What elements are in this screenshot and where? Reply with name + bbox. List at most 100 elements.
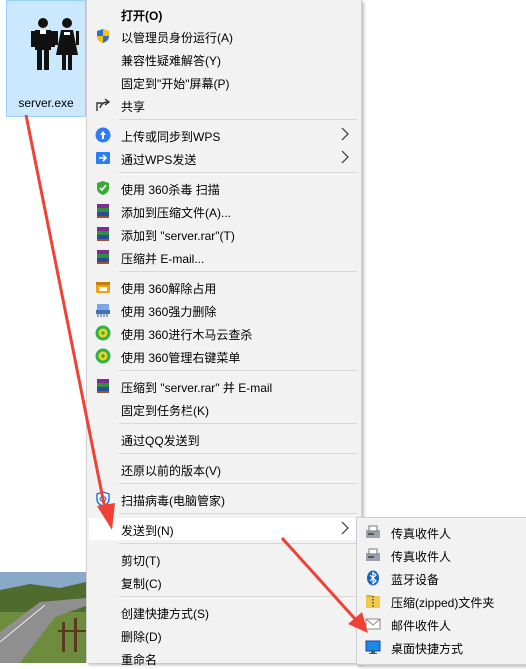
menu-item-scan-virus-pc-manager[interactable]: 扫描病毒(电脑管家) xyxy=(89,488,359,510)
menu-item-label: 压缩到 "server.rar" 并 E-mail xyxy=(121,381,273,395)
desktop-file-server-exe[interactable]: server.exe xyxy=(6,0,86,117)
wps-cloud-icon xyxy=(95,127,111,143)
menu-item-360-scan[interactable]: 使用 360杀毒 扫描 xyxy=(89,177,359,199)
chevron-right-icon xyxy=(341,127,349,141)
menu-item-label: 固定到"开始"屏幕(P) xyxy=(121,77,230,91)
menu-item-rename[interactable]: 重命名 xyxy=(89,647,359,669)
mail-icon xyxy=(365,618,381,630)
menu-item-wps-upload[interactable]: 上传或同步到WPS xyxy=(89,124,359,146)
submenu-item-label: 压缩(zipped)文件夹 xyxy=(391,596,495,610)
menu-item-label: 压缩并 E-mail... xyxy=(121,252,205,266)
wps-send-icon xyxy=(96,152,110,164)
360-unlock-icon xyxy=(96,282,110,293)
winrar-icon xyxy=(97,250,109,264)
submenu-item-bluetooth[interactable]: 蓝牙设备 xyxy=(359,567,523,590)
restroom-app-icon xyxy=(31,18,79,70)
submenu-item-zip-folder[interactable]: 压缩(zipped)文件夹 xyxy=(359,590,523,613)
menu-item-label: 添加到 "server.rar"(T) xyxy=(121,229,235,243)
send-to-submenu: 传真收件人 传真收件人 蓝牙设备 压缩(zipped)文件夹 邮件收件人 桌面快… xyxy=(356,517,526,665)
menu-item-add-to-archive[interactable]: 添加到压缩文件(A)... xyxy=(89,200,359,222)
submenu-item-label: 传真收件人 xyxy=(391,527,452,541)
menu-item-label: 打开(O) xyxy=(121,9,163,23)
desktop-wallpaper-photo xyxy=(0,572,86,663)
menu-item-label: 固定到任务栏(K) xyxy=(121,404,209,418)
menu-item-send-to[interactable]: 发送到(N) xyxy=(89,518,359,540)
menu-item-delete[interactable]: 删除(D) xyxy=(89,624,359,646)
menu-separator xyxy=(119,543,357,544)
winrar-icon xyxy=(97,227,109,241)
menu-item-label: 还原以前的版本(V) xyxy=(121,464,221,478)
submenu-item-label: 传真收件人 xyxy=(391,550,452,564)
menu-item-label: 使用 360进行木马云查杀 xyxy=(121,328,253,342)
menu-item-360-manage-menu[interactable]: 使用 360管理右键菜单 xyxy=(89,345,359,367)
menu-separator xyxy=(119,119,357,120)
desktop-shortcut-icon xyxy=(365,640,381,654)
winrar-icon xyxy=(97,379,109,393)
menu-item-run-as-admin[interactable]: 以管理员身份运行(A) xyxy=(89,25,359,47)
tencent-pc-manager-icon xyxy=(96,491,110,507)
menu-item-send-via-qq[interactable]: 通过QQ发送到 xyxy=(89,428,359,450)
menu-item-create-shortcut[interactable]: 创建快捷方式(S) xyxy=(89,601,359,623)
menu-item-compress-email[interactable]: 压缩并 E-mail... xyxy=(89,246,359,268)
menu-separator xyxy=(119,423,357,424)
fax-icon xyxy=(366,548,380,561)
menu-separator xyxy=(119,483,357,484)
360-menu-manage-icon xyxy=(95,348,111,364)
share-icon xyxy=(96,98,111,111)
menu-item-360-cloud-scan[interactable]: 使用 360进行木马云查杀 xyxy=(89,322,359,344)
menu-item-360-force-delete[interactable]: 使用 360强力删除 xyxy=(89,299,359,321)
bluetooth-icon xyxy=(367,570,379,586)
menu-item-restore-previous[interactable]: 还原以前的版本(V) xyxy=(89,458,359,480)
submenu-item-label: 蓝牙设备 xyxy=(391,573,440,587)
menu-item-label: 使用 360杀毒 扫描 xyxy=(121,183,220,197)
menu-separator xyxy=(119,271,357,272)
menu-item-compress-server-rar-email[interactable]: 压缩到 "server.rar" 并 E-mail xyxy=(89,375,359,397)
menu-item-label: 使用 360解除占用 xyxy=(121,282,217,296)
submenu-item-mail-recipient[interactable]: 邮件收件人 xyxy=(359,613,523,636)
winrar-icon xyxy=(97,204,109,218)
menu-item-label: 重命名 xyxy=(121,653,158,667)
menu-item-troubleshoot-compat[interactable]: 兼容性疑难解答(Y) xyxy=(89,48,359,70)
zip-folder-icon xyxy=(366,595,380,608)
menu-item-pin-to-start[interactable]: 固定到"开始"屏幕(P) xyxy=(89,71,359,93)
menu-separator xyxy=(119,453,357,454)
submenu-item-label: 桌面快捷方式 xyxy=(391,642,464,656)
submenu-item-fax-1[interactable]: 传真收件人 xyxy=(359,521,523,544)
context-menu: 打开(O) 以管理员身份运行(A) 兼容性疑难解答(Y) 固定到"开始"屏幕(P… xyxy=(86,0,362,667)
menu-item-360-unlock[interactable]: 使用 360解除占用 xyxy=(89,276,359,298)
shield-uac-icon xyxy=(97,29,109,43)
menu-item-copy[interactable]: 复制(C) xyxy=(89,571,359,593)
menu-item-open[interactable]: 打开(O) xyxy=(89,3,359,25)
menu-separator xyxy=(119,370,357,371)
menu-item-label: 发送到(N) xyxy=(121,524,174,538)
menu-item-label: 使用 360管理右键菜单 xyxy=(121,351,241,365)
menu-item-label: 通过WPS发送 xyxy=(121,153,197,167)
menu-item-pin-to-taskbar[interactable]: 固定到任务栏(K) xyxy=(89,398,359,420)
menu-item-label: 创建快捷方式(S) xyxy=(121,607,209,621)
submenu-item-desktop-shortcut[interactable]: 桌面快捷方式 xyxy=(359,636,523,659)
360-cloud-scan-icon xyxy=(95,325,111,341)
menu-separator xyxy=(119,596,357,597)
menu-item-cut[interactable]: 剪切(T) xyxy=(89,548,359,570)
menu-item-label: 使用 360强力删除 xyxy=(121,305,217,319)
chevron-right-icon xyxy=(341,150,349,164)
menu-item-label: 以管理员身份运行(A) xyxy=(121,31,233,45)
chevron-right-icon xyxy=(341,521,349,535)
file-name-label: server.exe xyxy=(18,96,74,110)
menu-item-add-to-server-rar[interactable]: 添加到 "server.rar"(T) xyxy=(89,223,359,245)
menu-item-label: 复制(C) xyxy=(121,577,162,591)
360-antivirus-icon xyxy=(97,181,109,195)
360-shred-icon xyxy=(96,304,110,317)
fax-icon xyxy=(366,525,380,538)
menu-item-label: 剪切(T) xyxy=(121,554,161,568)
submenu-item-fax-2[interactable]: 传真收件人 xyxy=(359,544,523,567)
menu-item-label: 扫描病毒(电脑管家) xyxy=(121,494,225,508)
menu-item-label: 删除(D) xyxy=(121,630,162,644)
menu-item-label: 添加到压缩文件(A)... xyxy=(121,206,231,220)
menu-item-share[interactable]: 共享 xyxy=(89,94,359,116)
menu-item-label: 兼容性疑难解答(Y) xyxy=(121,54,221,68)
menu-item-wps-send[interactable]: 通过WPS发送 xyxy=(89,147,359,169)
menu-item-label: 共享 xyxy=(121,100,146,114)
menu-item-label: 上传或同步到WPS xyxy=(121,130,221,144)
menu-separator xyxy=(119,172,357,173)
